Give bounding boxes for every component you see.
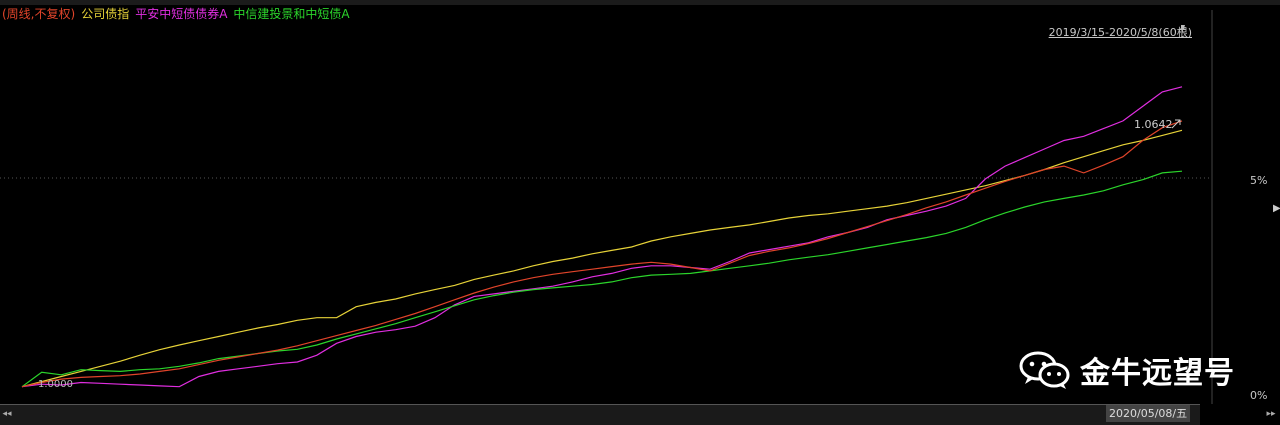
y-tick-label-0pct: 0% <box>1250 389 1267 402</box>
side-arrow-icon[interactable]: ▶ <box>1273 203 1280 214</box>
start-value-label: 1.0000 <box>38 379 73 390</box>
series-line-4 <box>21 120 1183 388</box>
end-value-label: 1.0642 <box>1134 118 1173 131</box>
pin-icon[interactable] <box>1178 24 1188 37</box>
date-badge: 2020/05/08/五 <box>1106 405 1191 422</box>
x-axis <box>0 404 1200 425</box>
scroll-right-icon[interactable]: ▸▸ <box>1264 405 1278 423</box>
y-tick-label-5pct: 5% <box>1250 174 1267 187</box>
watermark: 金牛远望号 <box>1018 348 1235 392</box>
series-layer <box>21 86 1183 388</box>
scroll-left-icon[interactable]: ◂◂ <box>0 405 14 423</box>
series-line-3 <box>21 170 1183 388</box>
series-line-1 <box>21 129 1183 388</box>
wechat-icon <box>1019 351 1070 389</box>
watermark-text: 金牛远望号 <box>1080 356 1235 391</box>
